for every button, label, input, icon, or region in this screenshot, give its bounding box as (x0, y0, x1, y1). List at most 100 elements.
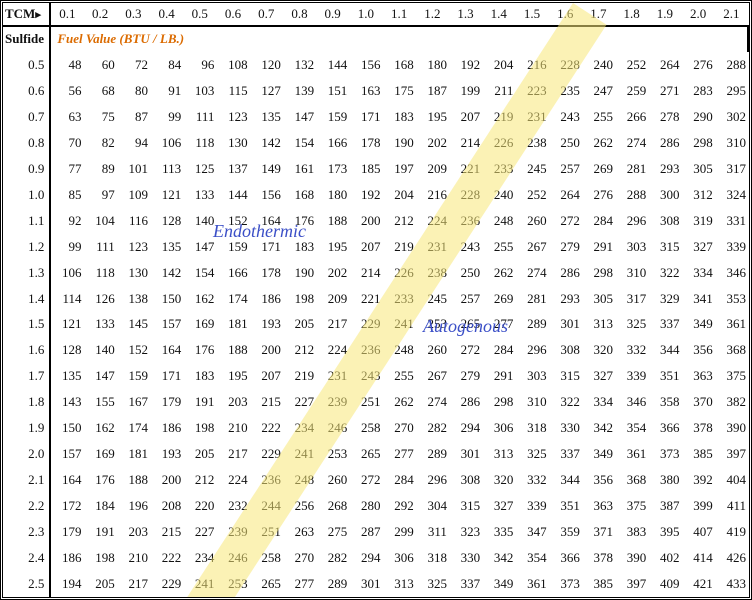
data-cell: 390 (615, 545, 648, 571)
data-cell: 99 (50, 234, 83, 260)
data-cell: 147 (283, 104, 316, 130)
data-cell: 269 (482, 286, 515, 312)
data-cell: 264 (648, 52, 681, 78)
data-cell: 346 (715, 260, 748, 286)
data-cell: 265 (449, 311, 482, 337)
data-cell: 159 (216, 234, 249, 260)
data-cell: 265 (349, 441, 382, 467)
data-cell: 303 (515, 363, 548, 389)
data-cell: 361 (715, 311, 748, 337)
data-cell: 216 (515, 52, 548, 78)
data-cell: 212 (283, 337, 316, 363)
data-cell: 385 (582, 571, 615, 597)
sulfide-label: Sulfide (3, 26, 50, 52)
col-header: 1.3 (449, 3, 482, 26)
data-cell: 128 (150, 208, 183, 234)
data-cell: 222 (250, 415, 283, 441)
data-cell: 169 (183, 311, 216, 337)
data-cell: 312 (681, 182, 714, 208)
data-cell: 207 (250, 363, 283, 389)
data-cell: 77 (50, 156, 83, 182)
col-header: 1.6 (549, 3, 582, 26)
data-cell: 380 (648, 467, 681, 493)
data-cell: 176 (183, 337, 216, 363)
col-header: 1.7 (582, 3, 615, 26)
data-cell: 176 (84, 467, 117, 493)
data-cell: 132 (283, 52, 316, 78)
data-cell: 217 (216, 441, 249, 467)
data-cell: 248 (383, 337, 416, 363)
data-cell: 286 (549, 260, 582, 286)
data-cell: 181 (117, 441, 150, 467)
data-cell: 226 (383, 260, 416, 286)
data-cell: 419 (715, 519, 748, 545)
data-cell: 172 (50, 493, 83, 519)
data-cell: 68 (84, 78, 117, 104)
data-cell: 231 (316, 363, 349, 389)
data-cell: 174 (117, 415, 150, 441)
data-cell: 397 (715, 441, 748, 467)
data-cell: 378 (582, 545, 615, 571)
table-row: 0.97789101113125137149161173185197209221… (3, 156, 748, 182)
data-cell: 149 (250, 156, 283, 182)
col-header: 1.9 (648, 3, 681, 26)
data-cell: 245 (515, 156, 548, 182)
data-cell: 332 (615, 337, 648, 363)
data-cell: 205 (84, 571, 117, 597)
data-cell: 349 (482, 571, 515, 597)
data-cell: 298 (482, 389, 515, 415)
column-header-row: TCM▸ 0.10.20.30.40.50.60.70.80.91.01.11.… (3, 3, 748, 26)
table-row: 2.21721841962082202322442562682802923043… (3, 493, 748, 519)
data-cell: 224 (316, 337, 349, 363)
data-cell: 198 (183, 415, 216, 441)
data-cell: 219 (482, 104, 515, 130)
data-cell: 217 (316, 311, 349, 337)
data-cell: 302 (715, 104, 748, 130)
data-cell: 356 (582, 467, 615, 493)
data-cell: 221 (349, 286, 382, 312)
data-cell: 276 (681, 52, 714, 78)
data-cell: 304 (416, 493, 449, 519)
data-cell: 228 (549, 52, 582, 78)
data-cell: 313 (582, 311, 615, 337)
data-cell: 399 (681, 493, 714, 519)
data-cell: 196 (117, 493, 150, 519)
data-cell: 238 (515, 130, 548, 156)
data-cell: 236 (449, 208, 482, 234)
data-cell: 70 (50, 130, 83, 156)
data-cell: 212 (183, 467, 216, 493)
data-cell: 252 (515, 182, 548, 208)
data-cell: 281 (615, 156, 648, 182)
data-cell: 111 (84, 234, 117, 260)
data-cell: 387 (648, 493, 681, 519)
data-cell: 217 (117, 571, 150, 597)
data-cell: 395 (648, 519, 681, 545)
data-cell: 392 (681, 467, 714, 493)
data-cell: 274 (615, 130, 648, 156)
data-cell: 162 (84, 415, 117, 441)
data-cell: 168 (383, 52, 416, 78)
data-cell: 188 (117, 467, 150, 493)
data-cell: 269 (582, 156, 615, 182)
data-cell: 179 (50, 519, 83, 545)
data-cell: 315 (648, 234, 681, 260)
data-cell: 325 (416, 571, 449, 597)
data-cell: 295 (715, 78, 748, 104)
data-cell: 251 (250, 519, 283, 545)
data-cell: 203 (216, 389, 249, 415)
data-cell: 346 (615, 389, 648, 415)
data-cell: 167 (117, 389, 150, 415)
col-header: 1.2 (416, 3, 449, 26)
data-cell: 301 (449, 441, 482, 467)
data-cell: 368 (615, 467, 648, 493)
data-cell: 140 (183, 208, 216, 234)
data-cell: 260 (416, 337, 449, 363)
data-cell: 370 (681, 389, 714, 415)
data-cell: 139 (283, 78, 316, 104)
data-cell: 262 (383, 389, 416, 415)
data-cell: 169 (84, 441, 117, 467)
data-cell: 220 (183, 493, 216, 519)
row-label: 1.6 (3, 337, 50, 363)
data-cell: 174 (216, 286, 249, 312)
data-cell: 231 (515, 104, 548, 130)
